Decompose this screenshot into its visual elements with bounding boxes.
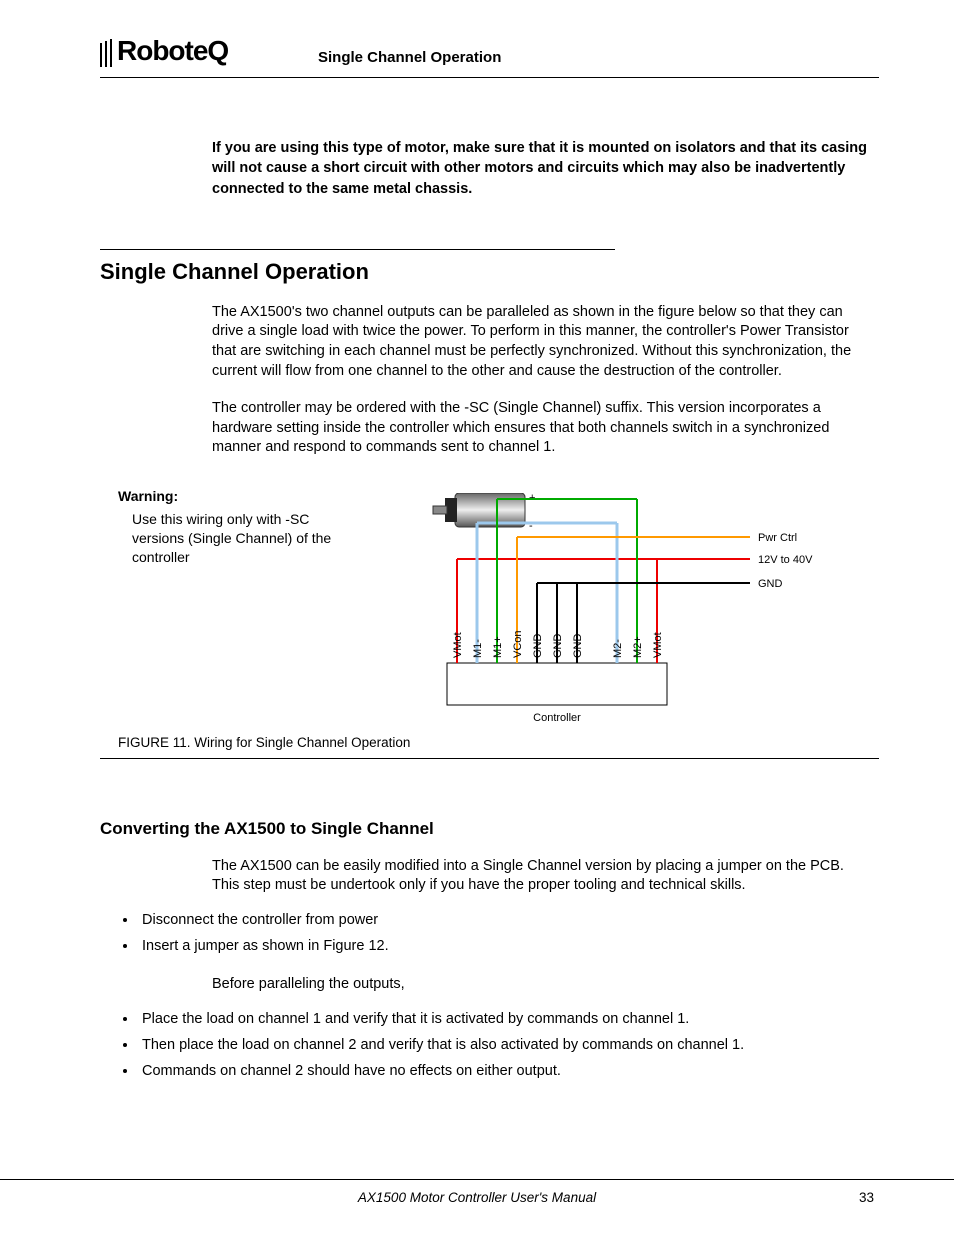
svg-text:VMot: VMot — [652, 632, 664, 658]
wiring-diagram: + - — [345, 493, 845, 725]
svg-text:GND: GND — [552, 633, 564, 658]
bullet-list-1: Disconnect the controller from power Ins… — [138, 910, 879, 958]
intro-paragraph: If you are using this type of motor, mak… — [212, 138, 869, 199]
svg-text:M2+: M2+ — [632, 636, 644, 658]
svg-text:VCon: VCon — [512, 630, 524, 658]
figure-block: Warning: Use this wiring only with -SC v… — [100, 488, 879, 759]
figure-caption: FIGURE 11. Wiring for Single Channel Ope… — [118, 735, 410, 750]
section-1-p1: The AX1500's two channel outputs can be … — [212, 303, 869, 381]
section-2-p1: The AX1500 can be easily modified into a… — [212, 857, 869, 896]
section-1-heading: Single Channel Operation — [100, 259, 879, 285]
logo-bars-icon — [100, 35, 115, 67]
controller-label: Controller — [533, 712, 581, 724]
header-title: Single Channel Operation — [318, 49, 501, 66]
svg-text:M1-: M1- — [472, 639, 484, 658]
bullet-list-2: Place the load on channel 1 and verify t… — [138, 1009, 879, 1082]
footer-page-number: 33 — [859, 1190, 874, 1205]
footer-title: AX1500 Motor Controller User's Manual — [0, 1190, 954, 1205]
label-pwrctrl: Pwr Ctrl — [758, 532, 797, 544]
section-2-heading: Converting the AX1500 to Single Channel — [100, 819, 879, 839]
section-rule — [100, 249, 615, 251]
list-item: Disconnect the controller from power — [138, 910, 879, 932]
section-2-p2: Before paralleling the outputs, — [212, 975, 869, 995]
section-1-p2: The controller may be ordered with the -… — [212, 399, 869, 458]
page-header: RoboteQ Single Channel Operation — [100, 35, 879, 78]
label-12v40v: 12V to 40V — [758, 554, 813, 566]
page-footer: AX1500 Motor Controller User's Manual 33 — [0, 1179, 954, 1205]
brand-text: RoboteQ — [117, 35, 228, 66]
label-gnd: GND — [758, 578, 783, 590]
list-item: Insert a jumper as shown in Figure 12. — [138, 936, 879, 958]
svg-text:M1+: M1+ — [492, 636, 504, 658]
svg-text:VMot: VMot — [452, 632, 464, 658]
brand-logo: RoboteQ — [100, 35, 228, 69]
page: RoboteQ Single Channel Operation If you … — [0, 0, 954, 1235]
svg-text:GND: GND — [572, 633, 584, 658]
list-item: Then place the load on channel 2 and ver… — [138, 1035, 879, 1057]
svg-text:M2-: M2- — [612, 639, 624, 658]
warning-text: Use this wiring only with -SC versions (… — [132, 510, 332, 567]
list-item: Commands on channel 2 should have no eff… — [138, 1061, 879, 1083]
list-item: Place the load on channel 1 and verify t… — [138, 1009, 879, 1031]
warning-label: Warning: — [118, 488, 178, 504]
svg-text:GND: GND — [532, 633, 544, 658]
